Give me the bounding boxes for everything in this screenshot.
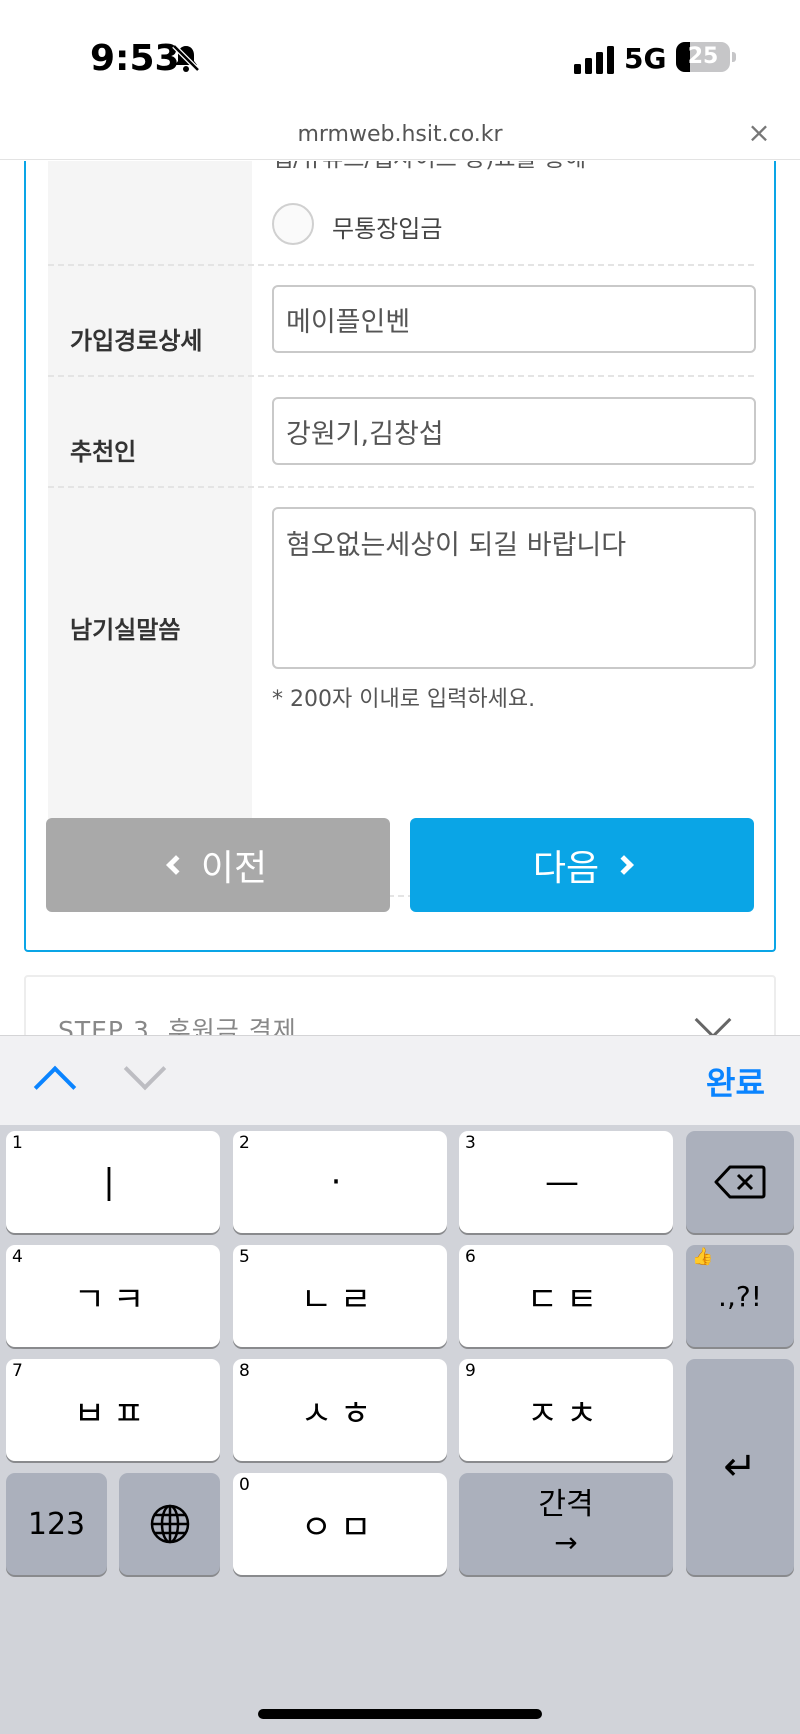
bank-transfer-label[interactable]: 무통장입금 [332, 209, 442, 244]
page-content: 앱/유튜브/웹사이트 등)요를 통해 무통장입금 가입경로상세 메이플인벤 추천… [0, 161, 800, 1035]
url-text[interactable]: mrmweb.hsit.co.kr [0, 122, 800, 147]
backspace-icon [714, 1165, 766, 1199]
signup-route-input[interactable]: 메이플인벤 [272, 285, 756, 353]
key-1[interactable]: 1 | [6, 1131, 220, 1233]
key-9[interactable]: 9 ㅈㅊ [459, 1359, 673, 1461]
bell-slash-icon [172, 44, 200, 72]
return-icon: ↵ [723, 1444, 757, 1490]
key-6[interactable]: 6 ㄷㅌ [459, 1245, 673, 1347]
chevron-down-icon[interactable] [123, 1047, 167, 1091]
next-button-label: 다음 [532, 848, 600, 889]
korean-keyboard: 1 | 2 · 3 — 4 ㄱㅋ 5 ㄴㄹ 6 ㄷㅌ 👍 .,?! 7 ㅂㅍ 8 [0, 1125, 800, 1734]
backspace-key[interactable] [686, 1131, 794, 1233]
punctuation-key[interactable]: 👍 .,?! [686, 1245, 794, 1347]
key-7[interactable]: 7 ㅂㅍ [6, 1359, 220, 1461]
arrow-right-icon: → [554, 1526, 578, 1559]
key-0[interactable]: 0 ㅇㅁ [233, 1473, 447, 1575]
chevron-right-icon [614, 855, 635, 875]
globe-icon [150, 1504, 189, 1544]
key-3[interactable]: 3 — [459, 1131, 673, 1233]
battery-icon: 25 [676, 42, 736, 72]
key-8[interactable]: 8 ㅅㅎ [233, 1359, 447, 1461]
network-type: 5G [624, 42, 667, 75]
step3-title[interactable]: STEP 3. 후원금 결제 [58, 1011, 297, 1035]
done-button[interactable]: 완료 [706, 1058, 765, 1104]
chevron-down-icon[interactable] [694, 1001, 732, 1035]
status-bar: 9:53 5G 25 [0, 0, 800, 112]
referrer-input[interactable]: 강원기,김창섭 [272, 397, 756, 465]
referrer-label: 추천인 [70, 438, 137, 466]
return-key[interactable]: ↵ [686, 1359, 794, 1575]
key-5[interactable]: 5 ㄴㄹ [233, 1245, 447, 1347]
key-2[interactable]: 2 · [233, 1131, 447, 1233]
message-hint: * 200자 이내로 입력하세요. [272, 687, 536, 712]
payment-description: 앱/유튜브/웹사이트 등)요를 통해 [272, 161, 586, 173]
close-icon[interactable]: × [746, 119, 772, 147]
next-button[interactable]: 다음 [410, 818, 754, 912]
globe-key[interactable] [119, 1473, 220, 1575]
row-divider [48, 375, 754, 377]
message-textarea[interactable]: 혐오없는세상이 되길 바랍니다 [272, 507, 756, 669]
space-key[interactable]: 간격 → [459, 1473, 673, 1575]
signup-route-label: 가입경로상세 [70, 327, 203, 355]
bank-transfer-radio[interactable] [272, 203, 314, 245]
step3-section[interactable]: STEP 3. 후원금 결제 [24, 975, 776, 1035]
chevron-up-icon[interactable] [33, 1065, 77, 1109]
chevron-left-icon [165, 855, 186, 875]
battery-percent: 25 [687, 44, 719, 69]
keyboard-accessory-bar: 완료 [0, 1035, 800, 1125]
prev-button-label: 이전 [200, 848, 268, 889]
key-4[interactable]: 4 ㄱㅋ [6, 1245, 220, 1347]
row-divider [48, 264, 754, 266]
cellular-signal-icon [574, 46, 614, 74]
numbers-key[interactable]: 123 [6, 1473, 107, 1575]
home-indicator[interactable] [258, 1709, 542, 1719]
row-divider [48, 486, 754, 488]
prev-button[interactable]: 이전 [46, 818, 390, 912]
browser-url-bar[interactable]: mrmweb.hsit.co.kr × [0, 112, 800, 160]
thumbs-up-icon: 👍 [692, 1247, 714, 1267]
status-time: 9:53 [90, 38, 180, 79]
message-label: 남기실말씀 [70, 616, 181, 644]
label-column [48, 161, 252, 895]
